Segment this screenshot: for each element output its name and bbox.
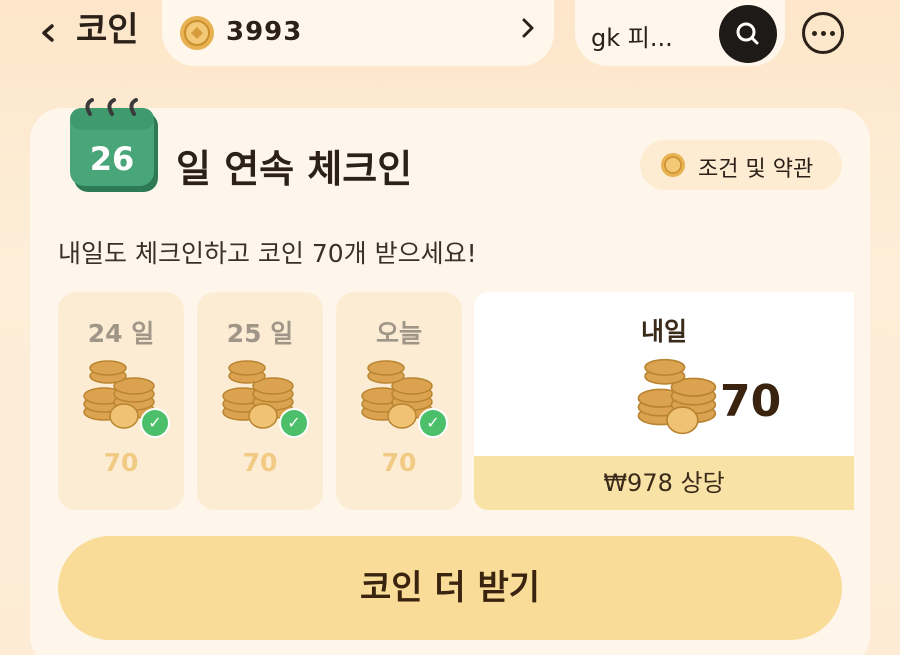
top-bar: 코인 3993 gk 피... (0, 0, 900, 80)
day-tile: 25 일 ✓ 70 (197, 292, 323, 510)
day-label: 24 일 (87, 319, 155, 348)
chevron-right-icon (520, 16, 536, 46)
search-button[interactable] (719, 5, 777, 63)
check-icon: ✓ (140, 408, 170, 438)
streak-title: 일 연속 체크인 (176, 147, 413, 191)
coin-balance: 3993 (226, 17, 303, 47)
search-query: gk 피... (591, 24, 673, 52)
terms-label: 조건 및 약관 (698, 157, 814, 182)
coin-stack-icon (637, 358, 717, 435)
coin-icon (180, 16, 214, 50)
coin-icon (661, 153, 685, 177)
calendar-icon: 26 (68, 98, 162, 202)
search-icon (736, 22, 759, 45)
search-pill[interactable]: gk 피... (575, 0, 785, 66)
get-more-coins-button[interactable]: 코인 더 받기 (58, 536, 842, 640)
checkin-card: 26 일 연속 체크인 조건 및 약관 내일도 체크인하고 코인 70개 받으세… (30, 98, 870, 655)
day-label: 오늘 (375, 319, 422, 348)
day-amount: 70 (242, 448, 278, 477)
terms-button[interactable]: 조건 및 약관 (640, 140, 842, 190)
more-button[interactable] (802, 12, 844, 54)
page: 코인 3993 gk 피... 26 일 연속 체크인 조건 및 약관 내일도 … (0, 0, 900, 655)
tomorrow-value: ₩978 상당 (474, 456, 854, 510)
promo-text: 내일도 체크인하고 코인 70개 받으세요! (58, 239, 477, 268)
tomorrow-label: 내일 (640, 317, 687, 346)
calendar-day-number: 26 (90, 140, 135, 178)
back-button[interactable] (34, 16, 62, 50)
day-amount: 70 (381, 448, 417, 477)
page-title: 코인 (76, 10, 139, 50)
check-icon: ✓ (279, 408, 309, 438)
chevron-left-icon (42, 24, 54, 42)
tomorrow-tile: 내일 70 ₩978 상당 (474, 292, 854, 510)
day-amount: 70 (103, 448, 139, 477)
day-tile: 24 일 ✓ 70 (58, 292, 184, 510)
day-label: 25 일 (226, 319, 294, 348)
coin-balance-pill[interactable]: 3993 (162, 0, 554, 66)
check-icon: ✓ (418, 408, 448, 438)
tomorrow-amount: 70 (720, 376, 782, 427)
day-tile-today: 오늘 ✓ 70 (336, 292, 462, 510)
